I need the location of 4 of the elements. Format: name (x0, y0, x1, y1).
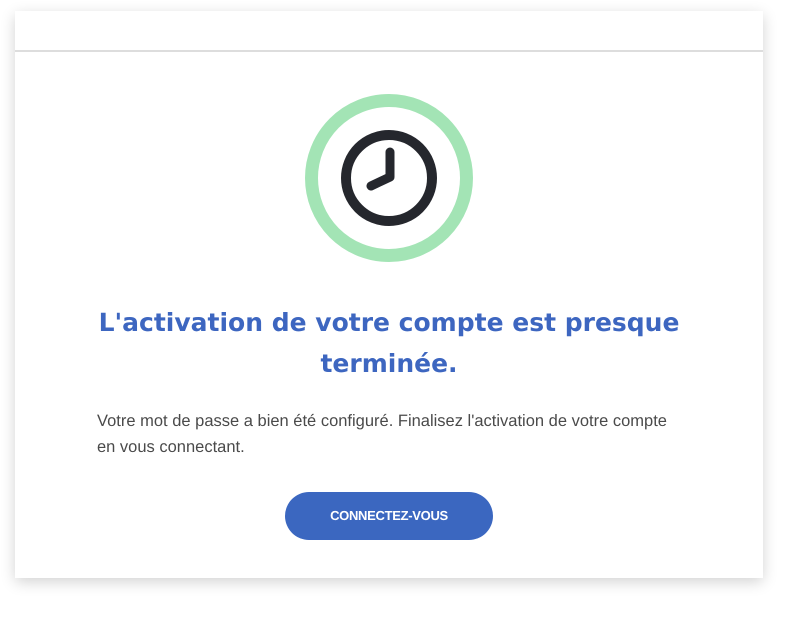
clock-icon (305, 94, 473, 262)
page-title: L'activation de votre compte est presque terminée. (98, 307, 680, 380)
login-button[interactable]: CONNECTEZ-VOUS (285, 492, 493, 540)
message-text: Votre mot de passe a bien été configuré. Finalisez l'activation de votre compte en vous connectant. (97, 411, 668, 458)
